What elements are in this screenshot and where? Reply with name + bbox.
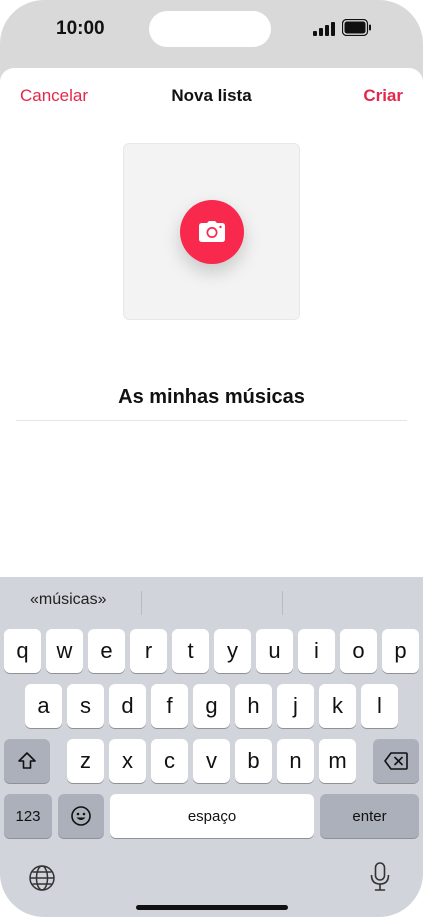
key-r[interactable]: r bbox=[130, 629, 167, 673]
key-m[interactable]: m bbox=[319, 739, 356, 783]
key-z[interactable]: z bbox=[67, 739, 104, 783]
emoji-key[interactable] bbox=[58, 794, 104, 838]
key-d[interactable]: d bbox=[109, 684, 146, 728]
sheet-title: Nova lista bbox=[171, 86, 252, 105]
key-l[interactable]: l bbox=[361, 684, 398, 728]
create-button[interactable]: Criar bbox=[363, 86, 403, 106]
camera-icon bbox=[199, 221, 225, 242]
key-x[interactable]: x bbox=[109, 739, 146, 783]
signal-icon bbox=[313, 22, 335, 36]
backspace-icon bbox=[384, 752, 408, 770]
key-q[interactable]: q bbox=[4, 629, 41, 673]
enter-key[interactable]: enter bbox=[320, 794, 419, 838]
shift-icon bbox=[18, 752, 36, 769]
globe-icon[interactable] bbox=[28, 864, 56, 892]
status-bar: 10:00 bbox=[0, 0, 423, 60]
key-f[interactable]: f bbox=[151, 684, 188, 728]
suggestion-1[interactable]: «músicas» bbox=[30, 591, 106, 613]
phone-screen: 10:00 Cancelar Nova lista Criar As minha… bbox=[0, 0, 423, 917]
add-photo-button[interactable] bbox=[180, 200, 244, 264]
key-a[interactable]: a bbox=[25, 684, 62, 728]
space-key[interactable]: espaço bbox=[110, 794, 314, 838]
key-n[interactable]: n bbox=[277, 739, 314, 783]
suggestion-divider bbox=[282, 591, 283, 615]
key-i[interactable]: i bbox=[298, 629, 335, 673]
backspace-key[interactable] bbox=[373, 739, 419, 783]
key-h[interactable]: h bbox=[235, 684, 272, 728]
key-u[interactable]: u bbox=[256, 629, 293, 673]
key-b[interactable]: b bbox=[235, 739, 272, 783]
status-time: 10:00 bbox=[56, 18, 105, 39]
name-field-underline bbox=[16, 420, 407, 421]
dynamic-island bbox=[149, 11, 271, 47]
key-t[interactable]: t bbox=[172, 629, 209, 673]
key-g[interactable]: g bbox=[193, 684, 230, 728]
key-y[interactable]: y bbox=[214, 629, 251, 673]
home-indicator bbox=[136, 905, 288, 910]
suggestion-divider bbox=[141, 591, 142, 615]
keyboard: «músicas» q w e r t y u i o p a s d f g … bbox=[0, 577, 423, 917]
playlist-artwork[interactable] bbox=[123, 143, 300, 320]
key-v[interactable]: v bbox=[193, 739, 230, 783]
key-c[interactable]: c bbox=[151, 739, 188, 783]
key-o[interactable]: o bbox=[340, 629, 377, 673]
key-s[interactable]: s bbox=[67, 684, 104, 728]
key-k[interactable]: k bbox=[319, 684, 356, 728]
numbers-key[interactable]: 123 bbox=[4, 794, 52, 838]
key-p[interactable]: p bbox=[382, 629, 419, 673]
emoji-icon bbox=[71, 806, 91, 826]
key-w[interactable]: w bbox=[46, 629, 83, 673]
shift-key[interactable] bbox=[4, 739, 50, 783]
key-j[interactable]: j bbox=[277, 684, 314, 728]
microphone-icon[interactable] bbox=[369, 862, 391, 892]
battery-icon bbox=[342, 19, 371, 36]
key-e[interactable]: e bbox=[88, 629, 125, 673]
playlist-name-field[interactable]: As minhas músicas bbox=[0, 386, 423, 409]
